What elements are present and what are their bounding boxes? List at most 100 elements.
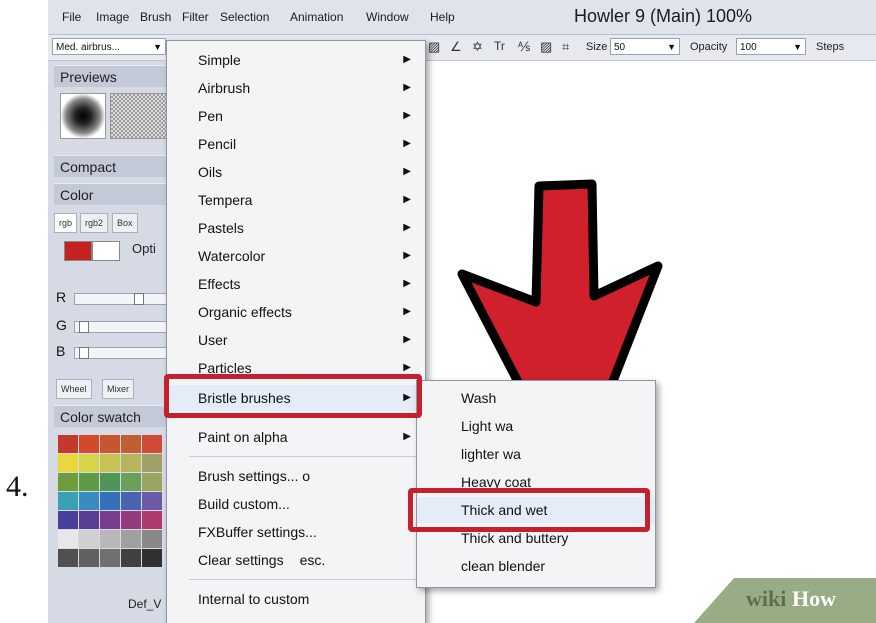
color-swatch-cell[interactable] (79, 511, 99, 529)
menu-item-watercolor[interactable]: Watercolor ▶ (167, 243, 425, 269)
primary-color-swatch[interactable] (64, 241, 92, 261)
menu-filter[interactable]: Filter (182, 10, 209, 24)
menu-item-fxbuffer-settings[interactable]: FXBuffer settings... (167, 519, 425, 545)
menu-item-paint-on-alpha[interactable]: Paint on alpha ▶ (167, 424, 425, 450)
color-swatch-cell[interactable] (79, 454, 99, 472)
menu-item-internal-to-custom[interactable]: Internal to custom (167, 586, 425, 612)
path-icon[interactable]: ⅍ (518, 39, 530, 54)
color-swatch-cell[interactable] (100, 473, 120, 491)
menu-item-pastels[interactable]: Pastels ▶ (167, 215, 425, 241)
compact-header[interactable]: Compact (54, 155, 166, 177)
opacity-field[interactable]: 100 ▼ (736, 38, 806, 55)
submenu-item-lighter-wash[interactable]: lighter wa (417, 441, 655, 467)
slider-knob[interactable] (133, 293, 144, 305)
tab-box[interactable]: Box (112, 213, 138, 233)
menu-brush[interactable]: Brush (140, 10, 171, 24)
menu-item-clear-settings[interactable]: Clear settings esc. (167, 547, 425, 573)
menu-file[interactable]: File (62, 10, 81, 24)
slider-knob[interactable] (79, 321, 90, 333)
color-swatch-cell[interactable] (142, 549, 162, 567)
channel-g-label: G (56, 317, 67, 333)
menu-item-user[interactable]: User ▶ (167, 327, 425, 353)
color-swatch-cell[interactable] (121, 454, 141, 472)
previews-header[interactable]: Previews (54, 65, 166, 87)
pen-tool-icon[interactable]: ▨ (428, 39, 440, 55)
menu-animation[interactable]: Animation (290, 10, 343, 24)
crosshair-icon[interactable]: ⌗ (562, 39, 569, 55)
channel-b-slider[interactable] (74, 347, 168, 359)
color-swatch-cell[interactable] (100, 511, 120, 529)
menu-item-pencil[interactable]: Pencil ▶ (167, 131, 425, 157)
submenu-item-wash[interactable]: Wash (417, 385, 655, 411)
color-swatch-cell[interactable] (58, 473, 78, 491)
channel-g-slider[interactable] (74, 321, 168, 333)
color-swatch-cell[interactable] (100, 530, 120, 548)
chevron-right-icon: ▶ (403, 431, 411, 442)
color-swatch-cell[interactable] (58, 454, 78, 472)
color-swatch-cell[interactable] (142, 473, 162, 491)
color-swatch-cell[interactable] (79, 549, 99, 567)
slider-knob[interactable] (79, 347, 90, 359)
settings-icon[interactable]: ✡ (472, 39, 483, 55)
color-swatch-cell[interactable] (58, 492, 78, 510)
color-swatch-cell[interactable] (100, 492, 120, 510)
chevron-down-icon: ▼ (667, 42, 676, 52)
color-swatch-cell[interactable] (79, 530, 99, 548)
menu-item-tempera[interactable]: Tempera ▶ (167, 187, 425, 213)
brush-preset-dropdown[interactable]: Med. airbrus... ▼ (52, 38, 166, 55)
frame-icon[interactable]: ▨ (540, 39, 552, 55)
color-swatch-cell[interactable] (121, 435, 141, 453)
menu-window[interactable]: Window (366, 10, 409, 24)
color-swatch-cell[interactable] (100, 435, 120, 453)
color-swatch-cell[interactable] (142, 511, 162, 529)
submenu-item-clean-blender[interactable]: clean blender (417, 553, 655, 579)
color-swatch-cell[interactable] (100, 549, 120, 567)
color-swatch-cell[interactable] (58, 530, 78, 548)
color-swatch-cell[interactable] (142, 435, 162, 453)
menu-item-airbrush[interactable]: Airbrush ▶ (167, 75, 425, 101)
tab-rgb[interactable]: rgb (54, 213, 78, 233)
chevron-right-icon: ▶ (403, 306, 411, 317)
menu-image[interactable]: Image (96, 10, 129, 24)
color-swatch-cell[interactable] (79, 492, 99, 510)
color-swatch-cell[interactable] (142, 530, 162, 548)
size-field[interactable]: 50 ▼ (610, 38, 680, 55)
menu-help[interactable]: Help (430, 10, 455, 24)
menu-item-label: Watercolor (198, 248, 266, 264)
color-swatch-cell[interactable] (79, 473, 99, 491)
color-swatch-cell[interactable] (58, 549, 78, 567)
menu-item-label: Effects (198, 276, 241, 292)
color-swatch-cell[interactable] (58, 435, 78, 453)
color-swatch-cell[interactable] (121, 492, 141, 510)
menu-item-pen[interactable]: Pen ▶ (167, 103, 425, 129)
tab-wheel[interactable]: Wheel (56, 379, 92, 399)
menu-item-effects[interactable]: Effects ▶ (167, 271, 425, 297)
color-swatch-header[interactable]: Color swatch (54, 405, 166, 427)
color-swatch-cell[interactable] (142, 492, 162, 510)
color-swatch-cell[interactable] (121, 473, 141, 491)
chevron-right-icon: ▶ (403, 222, 411, 233)
menu-item-brush-settings[interactable]: Brush settings... o (167, 463, 425, 489)
color-swatch-cell[interactable] (121, 511, 141, 529)
color-swatch-cell[interactable] (79, 435, 99, 453)
color-swatch-cell[interactable] (58, 511, 78, 529)
menu-item-build-custom[interactable]: Build custom... (167, 491, 425, 517)
menu-item-organic-effects[interactable]: Organic effects ▶ (167, 299, 425, 325)
menu-item-particles[interactable]: Particles ▶ (167, 355, 425, 373)
channel-r-slider[interactable] (74, 293, 168, 305)
brush-icon[interactable]: ∠ (450, 39, 462, 55)
color-swatch-cell[interactable] (121, 530, 141, 548)
color-header[interactable]: Color (54, 183, 166, 205)
color-swatch-cell[interactable] (100, 454, 120, 472)
tab-rgb2[interactable]: rgb2 (80, 213, 109, 233)
text-icon[interactable]: Tr (494, 39, 505, 53)
menu-item-simple[interactable]: Simple ▶ (167, 47, 425, 73)
color-swatch-cell[interactable] (121, 549, 141, 567)
menu-selection[interactable]: Selection (220, 10, 269, 24)
submenu-item-light-wash[interactable]: Light wa (417, 413, 655, 439)
secondary-color-swatch[interactable] (92, 241, 120, 261)
menu-item-oils[interactable]: Oils ▶ (167, 159, 425, 185)
tab-mixer[interactable]: Mixer (102, 379, 134, 399)
menu-separator (189, 579, 419, 580)
color-swatch-cell[interactable] (142, 454, 162, 472)
